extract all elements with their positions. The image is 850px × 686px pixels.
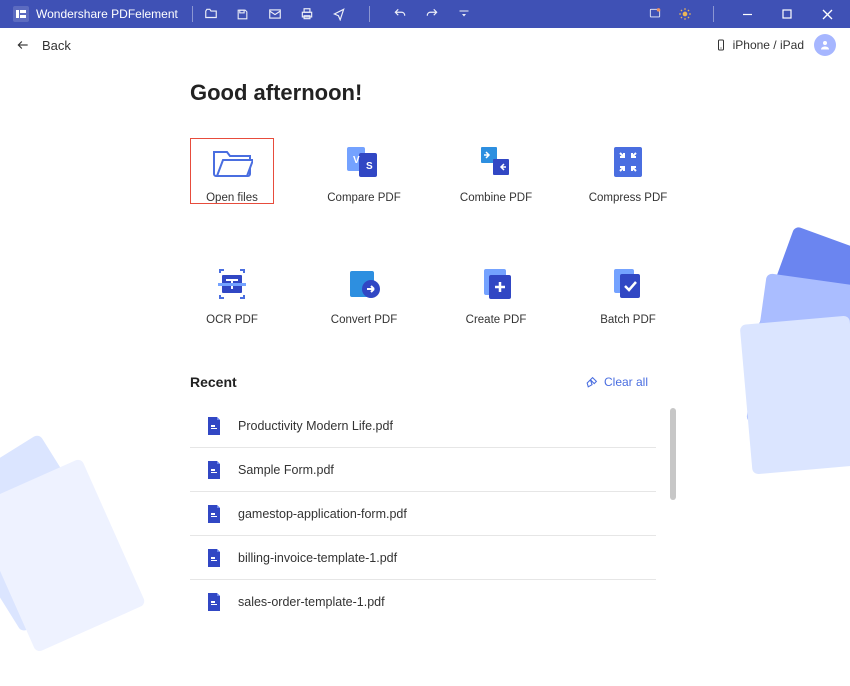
tile-combine-pdf[interactable]: Combine PDF [454, 138, 538, 204]
list-item[interactable]: billing-invoice-template-1.pdf [190, 536, 656, 580]
doc-name: sales-order-template-1.pdf [238, 595, 385, 609]
broom-icon [585, 376, 598, 389]
clear-all-button[interactable]: Clear all [585, 375, 648, 389]
print-icon[interactable] [299, 6, 315, 22]
tile-label: OCR PDF [206, 314, 258, 326]
list-item[interactable]: gamestop-application-form.pdf [190, 492, 656, 536]
list-item[interactable]: Sample Form.pdf [190, 448, 656, 492]
minimize-icon[interactable] [734, 6, 760, 22]
pdf-doc-icon [206, 417, 222, 435]
avatar[interactable] [814, 34, 836, 56]
tile-ocr-pdf[interactable]: OCR PDF [190, 260, 274, 326]
batch-pdf-icon [606, 266, 650, 302]
back-label: Back [42, 38, 71, 53]
combine-pdf-icon [474, 144, 518, 180]
svg-text:S: S [366, 161, 373, 172]
app-title: Wondershare PDFelement [36, 7, 178, 21]
tile-label: Combine PDF [460, 192, 532, 204]
compress-pdf-icon [606, 144, 650, 180]
titlebar-quick-actions [199, 6, 476, 22]
tile-batch-pdf[interactable]: Batch PDF [586, 260, 670, 326]
tile-create-pdf[interactable]: Create PDF [454, 260, 538, 326]
pdf-doc-icon [206, 549, 222, 567]
doc-name: gamestop-application-form.pdf [238, 507, 407, 521]
dropdown-icon[interactable] [456, 6, 472, 22]
tile-label: Open files [206, 192, 258, 204]
phone-icon [715, 38, 727, 52]
titlebar: Wondershare PDFelement [0, 0, 850, 28]
folder-open-icon[interactable] [203, 6, 219, 22]
share-icon[interactable] [331, 6, 347, 22]
compare-pdf-icon: VS [342, 144, 386, 180]
titlebar-separator-3 [713, 6, 714, 22]
toolbar: Back iPhone / iPad [0, 28, 850, 62]
svg-text:V: V [353, 155, 360, 166]
titlebar-separator [192, 6, 193, 22]
scrollbar-thumb[interactable] [670, 408, 676, 500]
device-button[interactable]: iPhone / iPad [715, 38, 804, 52]
tile-compare-pdf[interactable]: VS Compare PDF [322, 138, 406, 204]
doc-name: Productivity Modern Life.pdf [238, 419, 393, 433]
pdf-doc-icon [206, 593, 222, 611]
notification-icon[interactable] [647, 6, 663, 22]
arrow-left-icon [14, 38, 32, 52]
close-icon[interactable] [814, 6, 840, 22]
pdf-doc-icon [206, 461, 222, 479]
titlebar-separator-2 [369, 6, 370, 22]
doc-name: billing-invoice-template-1.pdf [238, 551, 397, 565]
convert-pdf-icon [342, 266, 386, 302]
mail-icon[interactable] [267, 6, 283, 22]
ocr-pdf-icon [210, 266, 254, 302]
save-icon[interactable] [235, 6, 251, 22]
tile-compress-pdf[interactable]: Compress PDF [586, 138, 670, 204]
page-title: Good afternoon! [190, 80, 670, 106]
recent-list: Productivity Modern Life.pdf Sample Form… [190, 404, 656, 624]
theme-icon[interactable] [677, 6, 693, 22]
tiles-grid: Open files VS Compare PDF Combine PDF Co… [190, 138, 670, 326]
open-files-icon [210, 144, 254, 180]
titlebar-right [647, 6, 844, 22]
list-item[interactable]: Productivity Modern Life.pdf [190, 404, 656, 448]
create-pdf-icon [474, 266, 518, 302]
decoration-right [706, 210, 850, 450]
tile-label: Batch PDF [600, 314, 656, 326]
clear-all-label: Clear all [604, 375, 648, 389]
undo-icon[interactable] [392, 6, 408, 22]
redo-icon[interactable] [424, 6, 440, 22]
main-content: Good afternoon! Open files VS Compare PD… [0, 62, 670, 624]
maximize-icon[interactable] [774, 6, 800, 22]
tile-label: Compare PDF [327, 192, 401, 204]
tile-label: Create PDF [466, 314, 527, 326]
app-logo-icon [12, 5, 30, 23]
recent-title: Recent [190, 374, 237, 390]
doc-name: Sample Form.pdf [238, 463, 334, 477]
device-label: iPhone / iPad [733, 38, 804, 52]
list-item[interactable]: sales-order-template-1.pdf [190, 580, 656, 624]
tile-label: Compress PDF [589, 192, 668, 204]
tile-open-files[interactable]: Open files [190, 138, 274, 204]
pdf-doc-icon [206, 505, 222, 523]
tile-convert-pdf[interactable]: Convert PDF [322, 260, 406, 326]
back-button[interactable]: Back [14, 38, 71, 53]
recent-header: Recent Clear all [190, 374, 648, 390]
tile-label: Convert PDF [331, 314, 397, 326]
